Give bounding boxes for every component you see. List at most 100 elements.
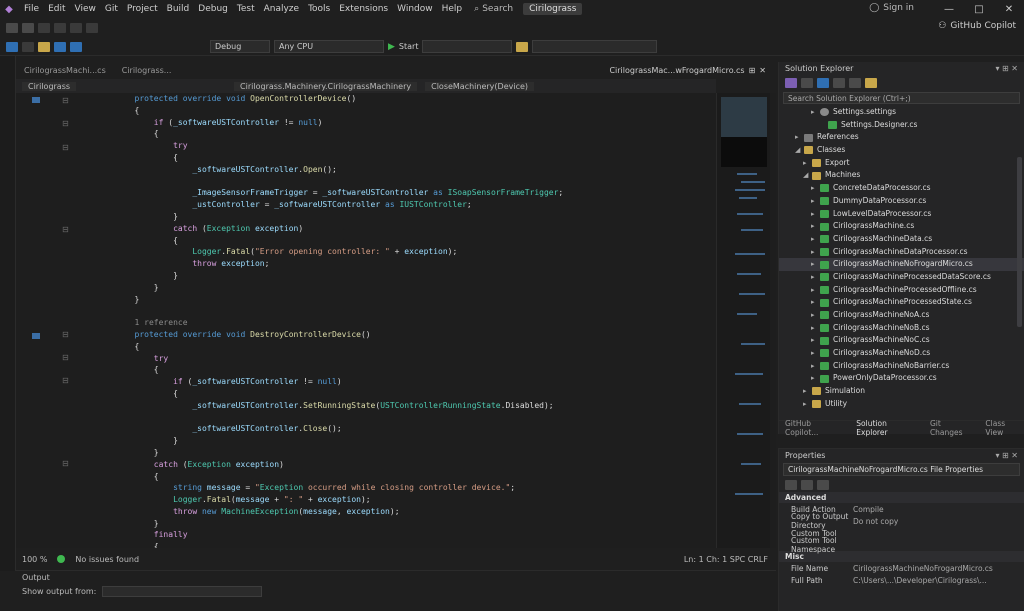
code-line[interactable]: }	[96, 447, 716, 459]
code-line[interactable]: {	[96, 105, 716, 117]
tree-item[interactable]: ▸ CirilograssMachineDataProcessor.cs	[779, 246, 1024, 259]
menu-item-debug[interactable]: Debug	[198, 4, 228, 14]
nav-class-dropdown[interactable]: Cirilograss.Machinery.CirilograssMachine…	[234, 81, 418, 91]
tree-item[interactable]: ▸ CirilograssMachineNoA.cs	[779, 309, 1024, 322]
menu-item-tools[interactable]: Tools	[308, 4, 330, 14]
undo-icon[interactable]	[70, 23, 82, 33]
menu-item-window[interactable]: Window	[397, 4, 433, 14]
expand-arrow-icon[interactable]: ▸	[811, 296, 820, 309]
code-editor[interactable]: ⊟ ⊟ ⊟ ⊟ ⊟ ⊟ ⊟ ⊟ protected override void …	[16, 93, 716, 548]
issues-label[interactable]: No issues found	[75, 555, 139, 564]
code-line[interactable]: {	[96, 152, 716, 164]
code-lens-marker[interactable]	[32, 333, 40, 339]
start-play-icon[interactable]: ▶	[388, 42, 395, 52]
code-line[interactable]: try	[96, 353, 716, 365]
tree-item[interactable]: ▸ Simulation	[779, 385, 1024, 398]
back-icon[interactable]	[6, 23, 18, 33]
tab-copilot[interactable]: GitHub Copilot...	[785, 419, 846, 437]
code-line[interactable]	[96, 305, 716, 317]
editor-tab[interactable]: Cirilograss...	[114, 62, 180, 78]
start-label[interactable]: Start	[399, 42, 419, 51]
expand-arrow-icon[interactable]: ▸	[811, 309, 820, 322]
tree-item[interactable]: ◢ Machines	[779, 169, 1024, 182]
code-line[interactable]: try	[96, 140, 716, 152]
fold-icon[interactable]: ⊟	[62, 119, 69, 128]
tree-item[interactable]: ▸ ConcreteDataProcessor.cs	[779, 182, 1024, 195]
expand-arrow-icon[interactable]: ◢	[795, 144, 804, 157]
save-all-icon[interactable]	[54, 41, 66, 52]
nav-back-icon[interactable]	[6, 41, 18, 52]
code-line[interactable]: {	[96, 364, 716, 376]
minimize-button[interactable]: —	[934, 0, 964, 18]
tree-item[interactable]: ◢ Classes	[779, 144, 1024, 157]
menu-item-analyze[interactable]: Analyze	[264, 4, 299, 14]
code-line[interactable]: }	[96, 294, 716, 306]
menu-item-test[interactable]: Test	[237, 4, 255, 14]
new-item-icon[interactable]	[38, 23, 50, 33]
code-line[interactable]: }	[96, 282, 716, 294]
code-line[interactable]	[96, 412, 716, 424]
code-line[interactable]: {	[96, 471, 716, 483]
code-line[interactable]: }	[96, 518, 716, 530]
config-select[interactable]: Debug	[210, 40, 270, 53]
tab-class-view[interactable]: Class View	[985, 419, 1024, 437]
code-line[interactable]: {	[96, 128, 716, 140]
fold-icon[interactable]: ⊟	[62, 376, 69, 385]
code-line[interactable]: {	[96, 541, 716, 548]
expand-arrow-icon[interactable]: ▸	[811, 106, 820, 119]
property-row[interactable]: Copy to Output Directory Do not copy	[779, 512, 1024, 530]
close-tab-icon[interactable]: ✕	[759, 66, 766, 75]
menu-item-edit[interactable]: Edit	[48, 4, 65, 14]
code-line[interactable]: }	[96, 435, 716, 447]
tree-item[interactable]: ▸ CirilograssMachineData.cs	[779, 233, 1024, 246]
search-box[interactable]: ⌕ Search	[474, 4, 513, 14]
expand-arrow-icon[interactable]: ◢	[803, 169, 812, 182]
tree-item[interactable]: ▸ PowerOnlyDataProcessor.cs	[779, 372, 1024, 385]
forward-icon[interactable]	[22, 23, 34, 33]
home-icon[interactable]	[785, 78, 797, 88]
solution-search-input[interactable]: Search Solution Explorer (Ctrl+;)	[783, 92, 1020, 104]
menu-item-help[interactable]: Help	[442, 4, 463, 14]
expand-arrow-icon[interactable]: ▸	[803, 385, 812, 398]
expand-arrow-icon[interactable]: ▸	[811, 360, 820, 373]
property-value[interactable]: C:\Users\...\Developer\Cirilograss\...	[849, 576, 987, 585]
expand-arrow-icon[interactable]: ▸	[811, 347, 820, 360]
solution-scrollbar[interactable]	[1017, 157, 1022, 327]
nav-forward-icon[interactable]	[22, 41, 34, 52]
minimap[interactable]	[716, 93, 770, 548]
editor-vertical-scrollbar[interactable]	[770, 93, 776, 548]
project-name-badge[interactable]: Cirilograss	[523, 3, 583, 15]
code-line[interactable]: {	[96, 388, 716, 400]
fold-icon[interactable]: ⊟	[62, 143, 69, 152]
tree-item[interactable]: ▸ CirilograssMachineNoBarrier.cs	[779, 360, 1024, 373]
tree-item[interactable]: ▸ Settings.settings	[779, 106, 1024, 119]
expand-arrow-icon[interactable]: ▸	[811, 220, 820, 233]
maximize-button[interactable]: □	[964, 0, 994, 18]
refresh-icon[interactable]	[833, 78, 845, 88]
property-pages-icon[interactable]	[817, 480, 829, 490]
code-line[interactable]: string message = "Exception occurred whi…	[96, 482, 716, 494]
tab-git-changes[interactable]: Git Changes	[930, 419, 975, 437]
menu-item-file[interactable]: File	[24, 4, 39, 14]
property-value[interactable]: Do not copy	[849, 517, 898, 526]
minimap-viewport[interactable]	[721, 97, 767, 137]
expand-arrow-icon[interactable]: ▸	[811, 195, 820, 208]
properties-object-select[interactable]: CirilograssMachineNoFrogardMicro.cs File…	[783, 463, 1020, 476]
visual-studio-logo-icon[interactable]: ◆	[0, 0, 18, 18]
output-source-select[interactable]	[102, 586, 263, 597]
expand-arrow-icon[interactable]: ▸	[811, 208, 820, 221]
tab-solution-explorer[interactable]: Solution Explorer	[856, 419, 920, 437]
property-value[interactable]: Compile	[849, 505, 884, 514]
expand-arrow-icon[interactable]: ▸	[811, 233, 820, 246]
code-line[interactable]	[96, 176, 716, 188]
code-line[interactable]: _ImageSensorFrameTrigger = _softwareUSTC…	[96, 187, 716, 199]
editor-tab[interactable]: CirilograssMachi...cs	[16, 62, 114, 78]
menu-item-project[interactable]: Project	[127, 4, 158, 14]
nav-member-dropdown[interactable]: CloseMachinery(Device)	[425, 81, 535, 91]
menu-item-view[interactable]: View	[75, 4, 96, 14]
save-file-icon[interactable]	[70, 41, 82, 52]
expand-arrow-icon[interactable]: ▸	[803, 398, 812, 411]
browse-icon[interactable]	[516, 41, 529, 52]
properties-icon[interactable]	[865, 78, 877, 88]
expand-arrow-icon[interactable]: ▸	[811, 284, 820, 297]
